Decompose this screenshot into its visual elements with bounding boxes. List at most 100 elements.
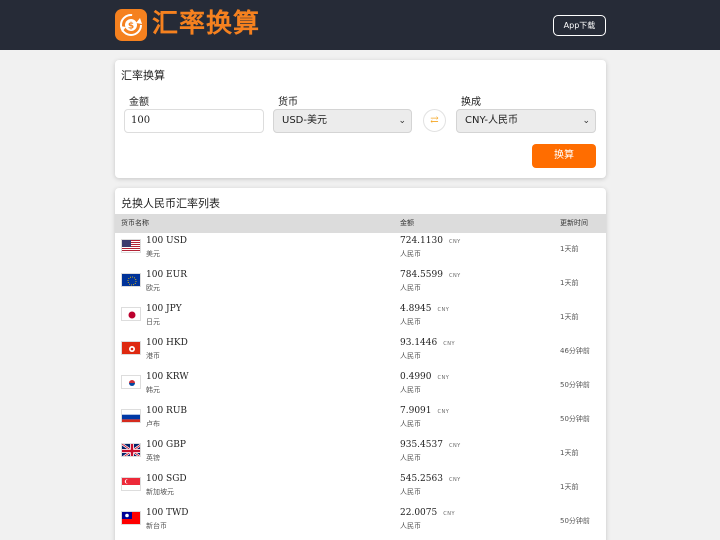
currency-code: 100 TWD bbox=[146, 508, 189, 518]
currency-exchange-icon[interactable]: $ bbox=[115, 9, 147, 41]
amount-unit: CNY bbox=[448, 443, 461, 449]
currency-name: 欧元 bbox=[146, 284, 160, 292]
converted-amount: 7.9091 CNY bbox=[400, 406, 449, 416]
amount-currency-name: 人民币 bbox=[400, 454, 421, 462]
currency-code: 100 JPY bbox=[146, 304, 182, 314]
amount-unit: CNY bbox=[437, 409, 450, 415]
currency-code: 100 EUR bbox=[146, 270, 187, 280]
currency-name: 英镑 bbox=[146, 454, 160, 462]
update-time: 1天前 bbox=[560, 279, 579, 287]
us-flag-icon bbox=[121, 239, 141, 253]
gb-flag-icon bbox=[121, 443, 141, 457]
amount-value: 7.9091 bbox=[400, 406, 432, 416]
top-navbar: $ 汇率换算 App下载 bbox=[0, 0, 720, 50]
currency-name: 美元 bbox=[146, 250, 160, 258]
converter-card: 汇率换算 金额 100 货币 USD-美元 ⌄ ⇄ 换成 CNY-人民币 ⌄ 换… bbox=[115, 60, 606, 178]
table-row[interactable]: 100 JPY 日元 4.8945 CNY 人民币 1天前 bbox=[115, 301, 606, 335]
converted-amount: 0.4990 CNY bbox=[400, 372, 449, 382]
amount-currency-name: 人民币 bbox=[400, 522, 421, 530]
rate-list-card: 兑换人民币汇率列表 货币名称 金额 更新时间 100 USD 美元 724.1130… bbox=[115, 188, 606, 540]
currency-code: 100 GBP bbox=[146, 440, 186, 450]
amount-value: 22.0075 bbox=[400, 508, 438, 518]
update-time: 1天前 bbox=[560, 313, 579, 321]
amount-value: 724.1130 bbox=[400, 236, 443, 246]
amount-unit: CNY bbox=[437, 375, 450, 381]
amount-value: 545.2563 bbox=[400, 474, 443, 484]
converted-amount: 22.0075 CNY bbox=[400, 508, 455, 518]
from-currency-label: 货币 bbox=[278, 97, 298, 108]
amount-value: 784.5599 bbox=[400, 270, 443, 280]
amount-currency-name: 人民币 bbox=[400, 352, 421, 360]
column-header-amount: 金额 bbox=[400, 219, 414, 227]
converted-amount: 93.1446 CNY bbox=[400, 338, 455, 348]
amount-currency-name: 人民币 bbox=[400, 318, 421, 326]
amount-value: 935.4537 bbox=[400, 440, 443, 450]
table-row[interactable]: 100 RUB 卢布 7.9091 CNY 人民币 50分钟前 bbox=[115, 403, 606, 437]
amount-unit: CNY bbox=[448, 477, 461, 483]
amount-currency-name: 人民币 bbox=[400, 420, 421, 428]
currency-name: 新台币 bbox=[146, 522, 167, 530]
table-row[interactable]: 100 KRW 韩元 0.4990 CNY 人民币 50分钟前 bbox=[115, 369, 606, 403]
rate-list-title: 兑换人民币汇率列表 bbox=[121, 197, 220, 210]
table-row[interactable]: 100 GBP 英镑 935.4537 CNY 人民币 1天前 bbox=[115, 437, 606, 471]
amount-value: 0.4990 bbox=[400, 372, 432, 382]
currency-code: 100 HKD bbox=[146, 338, 188, 348]
currency-name: 港币 bbox=[146, 352, 160, 360]
app-download-button[interactable]: App下载 bbox=[553, 15, 606, 36]
update-time: 50分钟前 bbox=[560, 517, 590, 525]
sg-flag-icon bbox=[121, 477, 141, 491]
update-time: 1天前 bbox=[560, 483, 579, 491]
currency-code: 100 USD bbox=[146, 236, 188, 246]
column-header-currency: 货币名称 bbox=[121, 219, 149, 227]
amount-unit: CNY bbox=[443, 511, 456, 517]
currency-code: 100 KRW bbox=[146, 372, 189, 382]
ru-flag-icon bbox=[121, 409, 141, 423]
amount-currency-name: 人民币 bbox=[400, 386, 421, 394]
table-row[interactable]: 100 SGD 新加坡元 545.2563 CNY 人民币 1天前 bbox=[115, 471, 606, 505]
to-currency-value: CNY-人民币 bbox=[465, 115, 518, 126]
amount-currency-name: 人民币 bbox=[400, 250, 421, 258]
kr-flag-icon bbox=[121, 375, 141, 389]
currency-code: 100 SGD bbox=[146, 474, 187, 484]
table-row[interactable]: 100 HKD 港币 93.1446 CNY 人民币 46分钟前 bbox=[115, 335, 606, 369]
table-row[interactable]: 100 USD 美元 724.1130 CNY 人民币 1天前 bbox=[115, 233, 606, 267]
table-row[interactable]: 100 EUR 欧元 784.5599 CNY 人民币 1天前 bbox=[115, 267, 606, 301]
update-time: 50分钟前 bbox=[560, 381, 590, 389]
amount-value: 93.1446 bbox=[400, 338, 438, 348]
update-time: 1天前 bbox=[560, 245, 579, 253]
to-currency-label: 换成 bbox=[461, 97, 481, 108]
amount-currency-name: 人民币 bbox=[400, 488, 421, 496]
update-time: 50分钟前 bbox=[560, 415, 590, 423]
amount-unit: CNY bbox=[443, 341, 456, 347]
chevron-down-icon: ⌄ bbox=[398, 116, 406, 126]
convert-button[interactable]: 换算 bbox=[532, 144, 596, 168]
swap-arrows-icon[interactable]: ⇄ bbox=[423, 109, 446, 132]
table-row[interactable]: 100 TWD 新台币 22.0075 CNY 人民币 50分钟前 bbox=[115, 505, 606, 539]
table-header: 货币名称 金额 更新时间 bbox=[115, 214, 606, 233]
to-currency-select[interactable]: CNY-人民币 ⌄ bbox=[456, 109, 596, 133]
converter-title: 汇率换算 bbox=[121, 69, 165, 82]
currency-name: 新加坡元 bbox=[146, 488, 174, 496]
converted-amount: 724.1130 CNY bbox=[400, 236, 461, 246]
update-time: 46分钟前 bbox=[560, 347, 590, 355]
svg-text:$: $ bbox=[128, 22, 134, 32]
from-currency-select[interactable]: USD-美元 ⌄ bbox=[273, 109, 412, 133]
amount-label: 金额 bbox=[129, 97, 149, 108]
update-time: 1天前 bbox=[560, 449, 579, 457]
from-currency-value: USD-美元 bbox=[282, 115, 327, 126]
amount-unit: CNY bbox=[448, 239, 461, 245]
amount-unit: CNY bbox=[437, 307, 450, 313]
hk-flag-icon bbox=[121, 341, 141, 355]
converted-amount: 4.8945 CNY bbox=[400, 304, 449, 314]
tw-flag-icon bbox=[121, 511, 141, 525]
converted-amount: 784.5599 CNY bbox=[400, 270, 461, 280]
currency-name: 韩元 bbox=[146, 386, 160, 394]
currency-code: 100 RUB bbox=[146, 406, 188, 416]
amount-unit: CNY bbox=[448, 273, 461, 279]
converted-amount: 935.4537 CNY bbox=[400, 440, 461, 450]
amount-input[interactable]: 100 bbox=[124, 109, 264, 133]
chevron-down-icon: ⌄ bbox=[582, 116, 590, 126]
converted-amount: 545.2563 CNY bbox=[400, 474, 461, 484]
brand-title[interactable]: 汇率换算 bbox=[152, 6, 260, 42]
amount-value: 4.8945 bbox=[400, 304, 432, 314]
